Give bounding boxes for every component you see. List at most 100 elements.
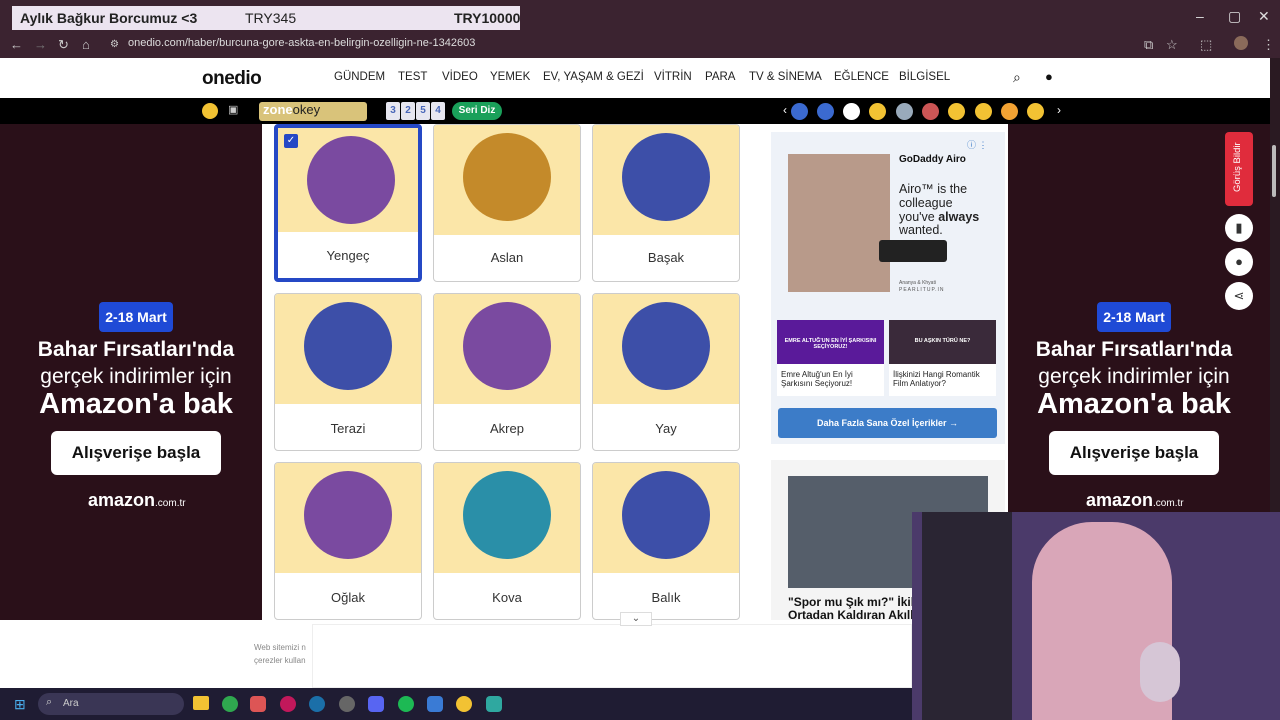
forward-icon[interactable]: →	[34, 37, 47, 52]
close-icon[interactable]: ✕	[1258, 8, 1270, 25]
virgo-icon	[622, 133, 710, 221]
carousel-next-icon[interactable]: ›	[1057, 103, 1061, 117]
bookmark-icon[interactable]: ▮	[1225, 214, 1253, 242]
menu-icon[interactable]: ⋮	[1262, 37, 1275, 53]
more-content-button[interactable]: Daha Fazla Sana Özel İçerikler →	[778, 408, 997, 438]
emoji-icon[interactable]	[869, 103, 886, 120]
emoji-icon[interactable]	[948, 103, 965, 120]
xbox-icon[interactable]	[222, 696, 238, 712]
reload-icon[interactable]: ↻	[58, 37, 69, 53]
emoji-icon[interactable]	[1027, 103, 1044, 120]
sign-option-yengec[interactable]: ✓ Yengeç	[274, 124, 422, 282]
game-icon[interactable]	[202, 103, 218, 119]
sign-option-aslan[interactable]: Aslan	[433, 124, 581, 282]
seri-diz-button[interactable]: Seri Diz	[452, 102, 502, 120]
nav-gundem[interactable]: GÜNDEM	[334, 71, 385, 83]
nav-vitrin[interactable]: VİTRİN	[654, 71, 692, 83]
file-explorer-icon[interactable]	[193, 696, 209, 710]
url-input[interactable]: onedio.com/haber/burcuna-gore-askta-en-b…	[128, 37, 475, 49]
nav-video[interactable]: VİDEO	[442, 71, 478, 83]
ad-info-icon[interactable]: ⓘ ⋮	[967, 138, 988, 151]
feedback-button[interactable]: Görüş Bildir	[1225, 132, 1253, 206]
cast-icon[interactable]: ⧉	[1144, 37, 1153, 53]
ad-headline-3: Amazon'a bak	[1037, 388, 1231, 420]
back-icon[interactable]: ←	[10, 37, 23, 52]
sign-option-balik[interactable]: Balık	[592, 462, 740, 620]
category-icon[interactable]	[922, 103, 939, 120]
article-title-1: "Spor mu Şık mı?" İkile	[788, 595, 912, 609]
sign-label: Terazi	[330, 421, 366, 436]
bookmark-star-icon[interactable]: ☆	[1166, 37, 1178, 53]
app-icon[interactable]	[339, 696, 355, 712]
search-icon[interactable]: ⌕	[1013, 69, 1021, 86]
webcam-overlay	[912, 512, 1280, 720]
sign-option-akrep[interactable]: Akrep	[433, 293, 581, 451]
app-icon[interactable]	[486, 696, 502, 712]
category-icon[interactable]	[896, 103, 913, 120]
ad-headline-2: gerçek indirimler için	[1038, 365, 1230, 388]
nav-yemek[interactable]: YEMEK	[490, 71, 530, 83]
nav-eglence[interactable]: EĞLENCE	[834, 71, 889, 83]
checkbox-checked-icon[interactable]: ✓	[284, 134, 298, 148]
sign-label: Aslan	[490, 250, 524, 265]
chrome-icon[interactable]	[456, 696, 472, 712]
maximize-icon[interactable]: ▢	[1228, 8, 1241, 25]
okey-tile: 4	[431, 102, 445, 120]
godaddy-ad[interactable]: ⓘ ⋮ GoDaddy Airo Airo™ is the colleague …	[771, 132, 1005, 444]
controller-icon[interactable]: ▣	[228, 103, 238, 116]
related-card[interactable]: EMRE ALTUĞ'UN EN İYİ ŞARKISINI SEÇİYORUZ…	[777, 320, 884, 396]
minimize-icon[interactable]: –	[1196, 8, 1204, 24]
sign-option-terazi[interactable]: Terazi	[274, 293, 422, 451]
ad-date-badge: 2-18 Mart	[99, 302, 173, 332]
zone-okey-banner[interactable]: zoneokey	[259, 102, 367, 121]
app-icon[interactable]	[427, 696, 443, 712]
site-info-icon[interactable]: ⚙	[110, 39, 119, 50]
sign-option-kova[interactable]: Kova	[433, 462, 581, 620]
emoji-icon[interactable]	[975, 103, 992, 120]
nav-ev-yasam-gezi[interactable]: EV, YAŞAM & GEZİ	[543, 71, 644, 83]
carousel-prev-icon[interactable]: ‹	[783, 103, 787, 117]
okey-tile: 2	[401, 102, 415, 120]
ad-headline-2: gerçek indirimler için	[40, 365, 232, 388]
nav-bilgisel[interactable]: BİLGİSEL	[899, 71, 950, 83]
related-card[interactable]: BU AŞKIN TÜRÜ NE? İlişkinizi Hangi Roman…	[889, 320, 996, 396]
share-icon[interactable]: ⋖	[1225, 282, 1253, 310]
user-icon[interactable]: ●	[1045, 69, 1053, 84]
feedback-label: Görüş Bildir	[1232, 142, 1243, 192]
category-icon[interactable]	[791, 103, 808, 120]
donation-goal-overlay: Aylık Bağkur Borcumuz <3 TRY345 TRY10000	[12, 6, 520, 30]
shop-button[interactable]: Alışverişe başla	[1049, 431, 1219, 475]
sign-option-yay[interactable]: Yay	[592, 293, 740, 451]
shop-button[interactable]: Alışverişe başla	[51, 431, 221, 475]
related-title: İlişkinizi Hangi Romantik Film Anlatıyor…	[893, 370, 980, 388]
nav-para[interactable]: PARA	[705, 71, 735, 83]
discord-icon[interactable]	[368, 696, 384, 712]
opera-icon[interactable]	[280, 696, 296, 712]
spotify-icon[interactable]	[398, 696, 414, 712]
nav-tv-sinema[interactable]: TV & SİNEMA	[749, 71, 822, 83]
category-icon[interactable]	[843, 103, 860, 120]
steam-icon[interactable]	[309, 696, 325, 712]
comments-icon[interactable]: ●	[1225, 248, 1253, 276]
emoji-icon[interactable]	[1001, 103, 1018, 120]
sign-label: Akrep	[490, 421, 524, 436]
sign-option-oglak[interactable]: Oğlak	[274, 462, 422, 620]
chevron-down-icon[interactable]: ⌄	[620, 612, 652, 626]
windows-start-icon[interactable]: ⊞	[14, 696, 26, 713]
home-icon[interactable]: ⌂	[82, 37, 90, 52]
sign-option-basak[interactable]: Başak	[592, 124, 740, 282]
category-icon[interactable]	[817, 103, 834, 120]
scrollbar-thumb[interactable]	[1272, 145, 1276, 197]
site-logo[interactable]: onedio	[202, 68, 262, 90]
amazon-ad-left[interactable]: 2-18 Mart Bahar Fırsatları'nda gerçek in…	[0, 124, 262, 620]
gaming-chair	[922, 512, 1012, 720]
nav-test[interactable]: TEST	[398, 71, 427, 83]
app-icon[interactable]	[250, 696, 266, 712]
profile-avatar[interactable]	[1234, 36, 1248, 50]
taskbar-search[interactable]: ⌕ Ara	[38, 693, 184, 715]
extensions-icon[interactable]: ⬚	[1200, 37, 1212, 53]
scorpio-icon	[463, 302, 551, 390]
microphone	[1140, 642, 1180, 702]
cookie-text-1: Web sitemizi n	[254, 643, 306, 652]
sign-label: Balık	[651, 590, 681, 605]
